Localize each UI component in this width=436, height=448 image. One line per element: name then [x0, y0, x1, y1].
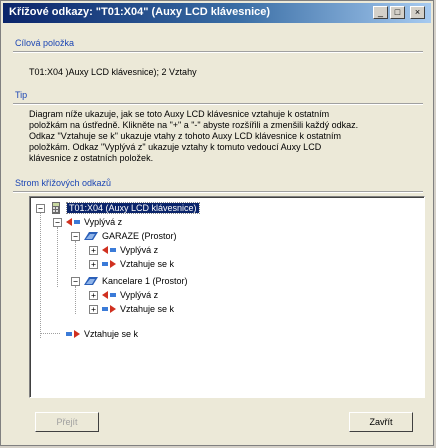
arrow-left-icon [102, 246, 116, 254]
arrow-right-icon [102, 305, 116, 313]
collapse-icon[interactable]: − [36, 203, 45, 213]
tree-node-kancelare-vztahuje[interactable]: + Vztahuje se k [89, 302, 174, 316]
tree-node-label[interactable]: Vztahuje se k [84, 329, 138, 339]
collapse-icon[interactable]: − [71, 231, 80, 241]
tree-divider [13, 191, 423, 193]
tree-node-label[interactable]: Kancelare 1 (Prostor) [102, 276, 188, 286]
target-heading: Cílová položka [15, 38, 75, 48]
expand-icon[interactable]: + [89, 290, 98, 300]
keypad-icon [52, 202, 60, 214]
arrow-right-icon [66, 330, 80, 338]
tree-connector [75, 241, 76, 269]
maximize-button[interactable]: □ [390, 6, 405, 19]
tree-connector [40, 333, 60, 334]
cross-reference-tree[interactable]: − T01:X04 (Auxy LCD klávesnice) − Vyplýv… [29, 196, 425, 398]
tree-node-garaze-vyplyva[interactable]: + Vyplývá z [89, 243, 158, 257]
tree-node-label[interactable]: Vyplývá z [120, 290, 158, 300]
tree-node-kancelare-vyplyva[interactable]: + Vyplývá z [89, 288, 158, 302]
tree-node-label[interactable]: Vyplývá z [120, 245, 158, 255]
tip-heading: Tip [15, 90, 28, 100]
tip-line: položkám. Odkaz "Vyplývá z" ukazuje vzta… [29, 142, 322, 152]
tree-node-kancelare[interactable]: − Kancelare 1 (Prostor) [71, 274, 188, 288]
minimize-button[interactable]: _ [373, 6, 388, 19]
collapse-icon[interactable]: − [71, 276, 80, 286]
window-title: Křížové odkazy: "T01:X04" (Auxy LCD kláv… [9, 6, 271, 18]
tree-node-garaze[interactable]: − GARAZE (Prostor) [71, 229, 177, 243]
target-divider [13, 51, 423, 53]
tree-connector [75, 286, 76, 314]
close-button[interactable]: × [410, 6, 425, 19]
tree-connector [57, 227, 58, 287]
tree-node-root-label[interactable]: T01:X04 (Auxy LCD klávesnice) [66, 202, 200, 214]
area-icon [84, 232, 98, 240]
tree-node-label[interactable]: Vyplývá z [84, 217, 122, 227]
tree-node-vyplyva[interactable]: − Vyplývá z [53, 215, 122, 229]
tip-divider [13, 103, 423, 105]
target-text: T01:X04 )Auxy LCD klávesnice); 2 Vztahy [29, 67, 197, 77]
tree-node-label[interactable]: Vztahuje se k [120, 259, 174, 269]
tip-line: položkám na ústředně. Klikněte na "+" a … [29, 120, 359, 130]
tree-node-root[interactable]: − T01:X04 (Auxy LCD klávesnice) [36, 201, 200, 215]
cross-reference-dialog: Křížové odkazy: "T01:X04" (Auxy LCD kláv… [0, 0, 434, 446]
area-icon [84, 277, 98, 285]
title-bar[interactable]: Křížové odkazy: "T01:X04" (Auxy LCD kláv… [3, 3, 431, 23]
tree-node-vztahuje[interactable]: Vztahuje se k [65, 327, 138, 341]
expand-icon[interactable]: + [89, 245, 98, 255]
tree-node-label[interactable]: GARAZE (Prostor) [102, 231, 177, 241]
go-to-button[interactable]: Přejít [35, 412, 99, 432]
arrow-left-icon [102, 291, 116, 299]
arrow-right-icon [102, 260, 116, 268]
tip-line: Diagram níže ukazuje, jak se toto Auxy L… [29, 109, 330, 119]
tip-line: Odkaz "Vztahuje se k" ukazuje vtahy z to… [29, 131, 342, 141]
close-dialog-button[interactable]: Zavřít [349, 412, 413, 432]
tip-text: Diagram níže ukazuje, jak se toto Auxy L… [29, 109, 421, 164]
tree-heading: Strom křížových odkazů [15, 178, 112, 188]
tip-line: klávesnice z ostatních položek. [29, 153, 154, 163]
tree-connector [40, 213, 41, 338]
arrow-left-icon [66, 218, 80, 226]
collapse-icon[interactable]: − [53, 217, 62, 227]
expand-icon[interactable]: + [89, 304, 98, 314]
tree-node-garaze-vztahuje[interactable]: + Vztahuje se k [89, 257, 174, 271]
tree-node-label[interactable]: Vztahuje se k [120, 304, 174, 314]
expand-icon[interactable]: + [89, 259, 98, 269]
